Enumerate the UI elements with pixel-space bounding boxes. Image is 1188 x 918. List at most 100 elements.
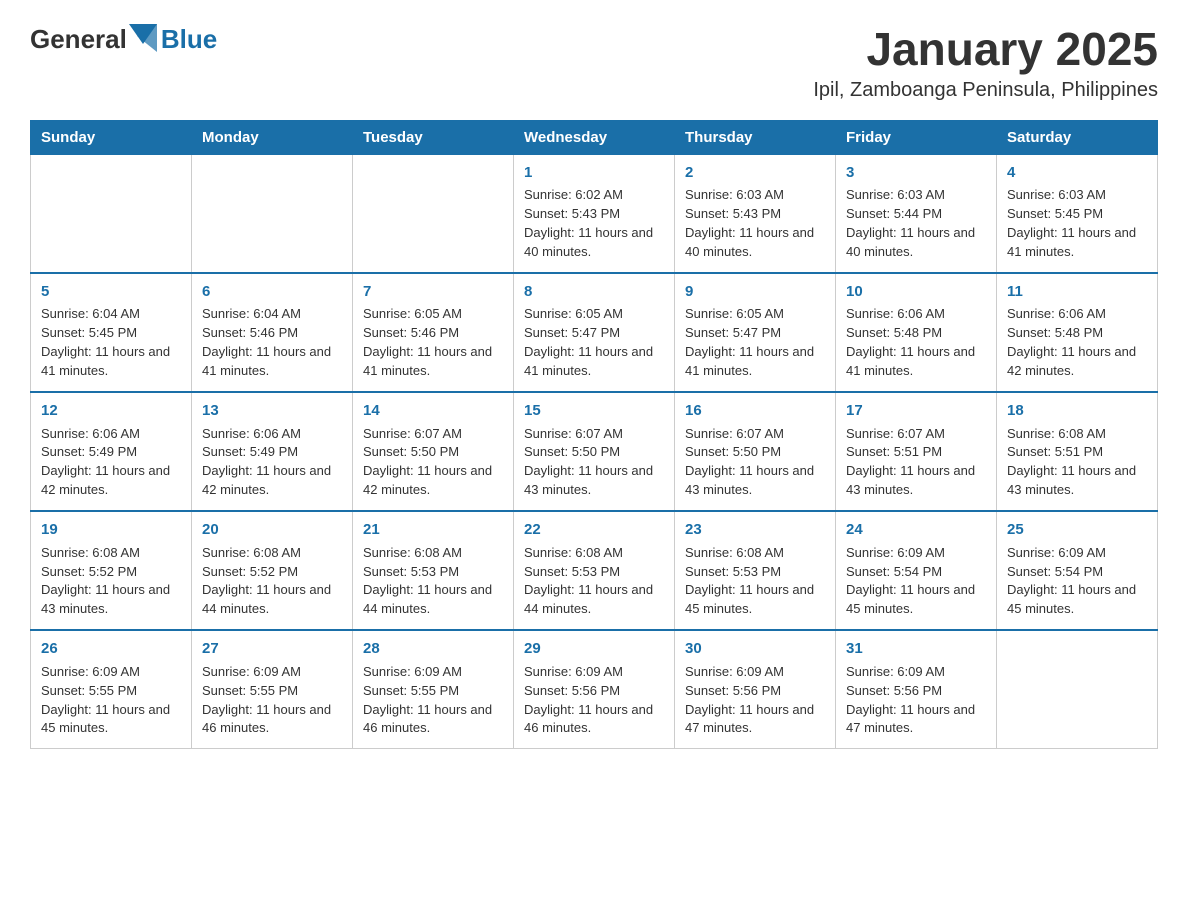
daylight-text: Daylight: 11 hours and 42 minutes. bbox=[1007, 343, 1147, 381]
calendar-cell: 24Sunrise: 6:09 AMSunset: 5:54 PMDayligh… bbox=[836, 511, 997, 630]
calendar-cell: 3Sunrise: 6:03 AMSunset: 5:44 PMDaylight… bbox=[836, 154, 997, 273]
logo-icon bbox=[129, 24, 157, 52]
sunrise-text: Sunrise: 6:03 AM bbox=[1007, 186, 1147, 205]
sunset-text: Sunset: 5:48 PM bbox=[846, 324, 986, 343]
calendar-week-row: 1Sunrise: 6:02 AMSunset: 5:43 PMDaylight… bbox=[31, 154, 1158, 273]
sunset-text: Sunset: 5:45 PM bbox=[41, 324, 181, 343]
daylight-text: Daylight: 11 hours and 45 minutes. bbox=[41, 701, 181, 739]
day-of-week-header: Monday bbox=[192, 120, 353, 154]
calendar-cell bbox=[31, 154, 192, 273]
day-number: 19 bbox=[41, 519, 181, 541]
day-number: 30 bbox=[685, 638, 825, 660]
daylight-text: Daylight: 11 hours and 43 minutes. bbox=[524, 462, 664, 500]
sunset-text: Sunset: 5:43 PM bbox=[685, 205, 825, 224]
sunset-text: Sunset: 5:54 PM bbox=[1007, 563, 1147, 582]
logo-general: General bbox=[30, 24, 127, 55]
sunset-text: Sunset: 5:49 PM bbox=[202, 443, 342, 462]
day-number: 12 bbox=[41, 400, 181, 422]
daylight-text: Daylight: 11 hours and 46 minutes. bbox=[363, 701, 503, 739]
sunset-text: Sunset: 5:52 PM bbox=[41, 563, 181, 582]
calendar-cell: 23Sunrise: 6:08 AMSunset: 5:53 PMDayligh… bbox=[675, 511, 836, 630]
sunrise-text: Sunrise: 6:07 AM bbox=[524, 425, 664, 444]
calendar-cell: 16Sunrise: 6:07 AMSunset: 5:50 PMDayligh… bbox=[675, 392, 836, 511]
calendar-cell: 9 Sunrise: 6:05 AMSunset: 5:47 PMDaylight… bbox=[675, 273, 836, 392]
sunrise-text: Sunrise: 6:06 AM bbox=[846, 305, 986, 324]
sunrise-text: Sunrise: 6:04 AM bbox=[202, 305, 342, 324]
logo: General Blue bbox=[30, 24, 217, 55]
sunset-text: Sunset: 5:56 PM bbox=[524, 682, 664, 701]
day-number: 9 bbox=[685, 281, 825, 303]
sunset-text: Sunset: 5:56 PM bbox=[685, 682, 825, 701]
day-of-week-header: Friday bbox=[836, 120, 997, 154]
sunrise-text: Sunrise: 6:09 AM bbox=[685, 663, 825, 682]
sunrise-text: Sunrise: 6:07 AM bbox=[363, 425, 503, 444]
daylight-text: Daylight: 11 hours and 43 minutes. bbox=[685, 462, 825, 500]
daylight-text: Daylight: 11 hours and 42 minutes. bbox=[202, 462, 342, 500]
daylight-text: Daylight: 11 hours and 41 minutes. bbox=[1007, 224, 1147, 262]
day-number: 7 bbox=[363, 281, 503, 303]
calendar-cell: 1Sunrise: 6:02 AMSunset: 5:43 PMDaylight… bbox=[514, 154, 675, 273]
month-year: January 2025 bbox=[813, 24, 1158, 75]
calendar-cell: 20Sunrise: 6:08 AMSunset: 5:52 PMDayligh… bbox=[192, 511, 353, 630]
sunrise-text: Sunrise: 6:09 AM bbox=[41, 663, 181, 682]
calendar-cell: 31Sunrise: 6:09 AMSunset: 5:56 PMDayligh… bbox=[836, 630, 997, 749]
calendar-cell: 12Sunrise: 6:06 AMSunset: 5:49 PMDayligh… bbox=[31, 392, 192, 511]
daylight-text: Daylight: 11 hours and 40 minutes. bbox=[846, 224, 986, 262]
daylight-text: Daylight: 11 hours and 41 minutes. bbox=[524, 343, 664, 381]
day-number: 11 bbox=[1007, 281, 1147, 303]
sunrise-text: Sunrise: 6:06 AM bbox=[1007, 305, 1147, 324]
calendar-cell: 25Sunrise: 6:09 AMSunset: 5:54 PMDayligh… bbox=[997, 511, 1158, 630]
daylight-text: Daylight: 11 hours and 47 minutes. bbox=[846, 701, 986, 739]
daylight-text: Daylight: 11 hours and 43 minutes. bbox=[846, 462, 986, 500]
sunrise-text: Sunrise: 6:08 AM bbox=[685, 544, 825, 563]
calendar-cell: 26Sunrise: 6:09 AMSunset: 5:55 PMDayligh… bbox=[31, 630, 192, 749]
sunrise-text: Sunrise: 6:06 AM bbox=[202, 425, 342, 444]
sunset-text: Sunset: 5:55 PM bbox=[363, 682, 503, 701]
day-number: 28 bbox=[363, 638, 503, 660]
sunset-text: Sunset: 5:52 PM bbox=[202, 563, 342, 582]
calendar-cell: 13Sunrise: 6:06 AMSunset: 5:49 PMDayligh… bbox=[192, 392, 353, 511]
day-number: 5 bbox=[41, 281, 181, 303]
sunset-text: Sunset: 5:53 PM bbox=[363, 563, 503, 582]
sunrise-text: Sunrise: 6:08 AM bbox=[363, 544, 503, 563]
daylight-text: Daylight: 11 hours and 41 minutes. bbox=[41, 343, 181, 381]
sunrise-text: Sunrise: 6:08 AM bbox=[41, 544, 181, 563]
day-number: 3 bbox=[846, 162, 986, 184]
daylight-text: Daylight: 11 hours and 42 minutes. bbox=[41, 462, 181, 500]
day-number: 22 bbox=[524, 519, 664, 541]
day-number: 18 bbox=[1007, 400, 1147, 422]
title-block: January 2025 Ipil, Zamboanga Peninsula, … bbox=[813, 24, 1158, 102]
sunset-text: Sunset: 5:43 PM bbox=[524, 205, 664, 224]
day-number: 24 bbox=[846, 519, 986, 541]
sunrise-text: Sunrise: 6:09 AM bbox=[202, 663, 342, 682]
day-of-week-header: Wednesday bbox=[514, 120, 675, 154]
daylight-text: Daylight: 11 hours and 41 minutes. bbox=[202, 343, 342, 381]
calendar-cell: 14Sunrise: 6:07 AMSunset: 5:50 PMDayligh… bbox=[353, 392, 514, 511]
day-number: 14 bbox=[363, 400, 503, 422]
calendar-cell: 10Sunrise: 6:06 AMSunset: 5:48 PMDayligh… bbox=[836, 273, 997, 392]
sunrise-text: Sunrise: 6:09 AM bbox=[846, 544, 986, 563]
sunset-text: Sunset: 5:47 PM bbox=[685, 324, 825, 343]
sunrise-text: Sunrise: 6:08 AM bbox=[524, 544, 664, 563]
sunset-text: Sunset: 5:45 PM bbox=[1007, 205, 1147, 224]
sunrise-text: Sunrise: 6:05 AM bbox=[685, 305, 825, 324]
day-number: 27 bbox=[202, 638, 342, 660]
daylight-text: Daylight: 11 hours and 47 minutes. bbox=[685, 701, 825, 739]
calendar-week-row: 26Sunrise: 6:09 AMSunset: 5:55 PMDayligh… bbox=[31, 630, 1158, 749]
calendar-cell: 22Sunrise: 6:08 AMSunset: 5:53 PMDayligh… bbox=[514, 511, 675, 630]
day-of-week-header: Saturday bbox=[997, 120, 1158, 154]
daylight-text: Daylight: 11 hours and 44 minutes. bbox=[524, 581, 664, 619]
sunset-text: Sunset: 5:46 PM bbox=[202, 324, 342, 343]
calendar-cell bbox=[353, 154, 514, 273]
day-number: 21 bbox=[363, 519, 503, 541]
sunrise-text: Sunrise: 6:08 AM bbox=[1007, 425, 1147, 444]
daylight-text: Daylight: 11 hours and 41 minutes. bbox=[685, 343, 825, 381]
daylight-text: Daylight: 11 hours and 43 minutes. bbox=[1007, 462, 1147, 500]
daylight-text: Daylight: 11 hours and 43 minutes. bbox=[41, 581, 181, 619]
sunset-text: Sunset: 5:50 PM bbox=[685, 443, 825, 462]
sunrise-text: Sunrise: 6:09 AM bbox=[1007, 544, 1147, 563]
sunrise-text: Sunrise: 6:05 AM bbox=[524, 305, 664, 324]
sunrise-text: Sunrise: 6:09 AM bbox=[524, 663, 664, 682]
location: Ipil, Zamboanga Peninsula, Philippines bbox=[813, 79, 1158, 102]
day-number: 6 bbox=[202, 281, 342, 303]
